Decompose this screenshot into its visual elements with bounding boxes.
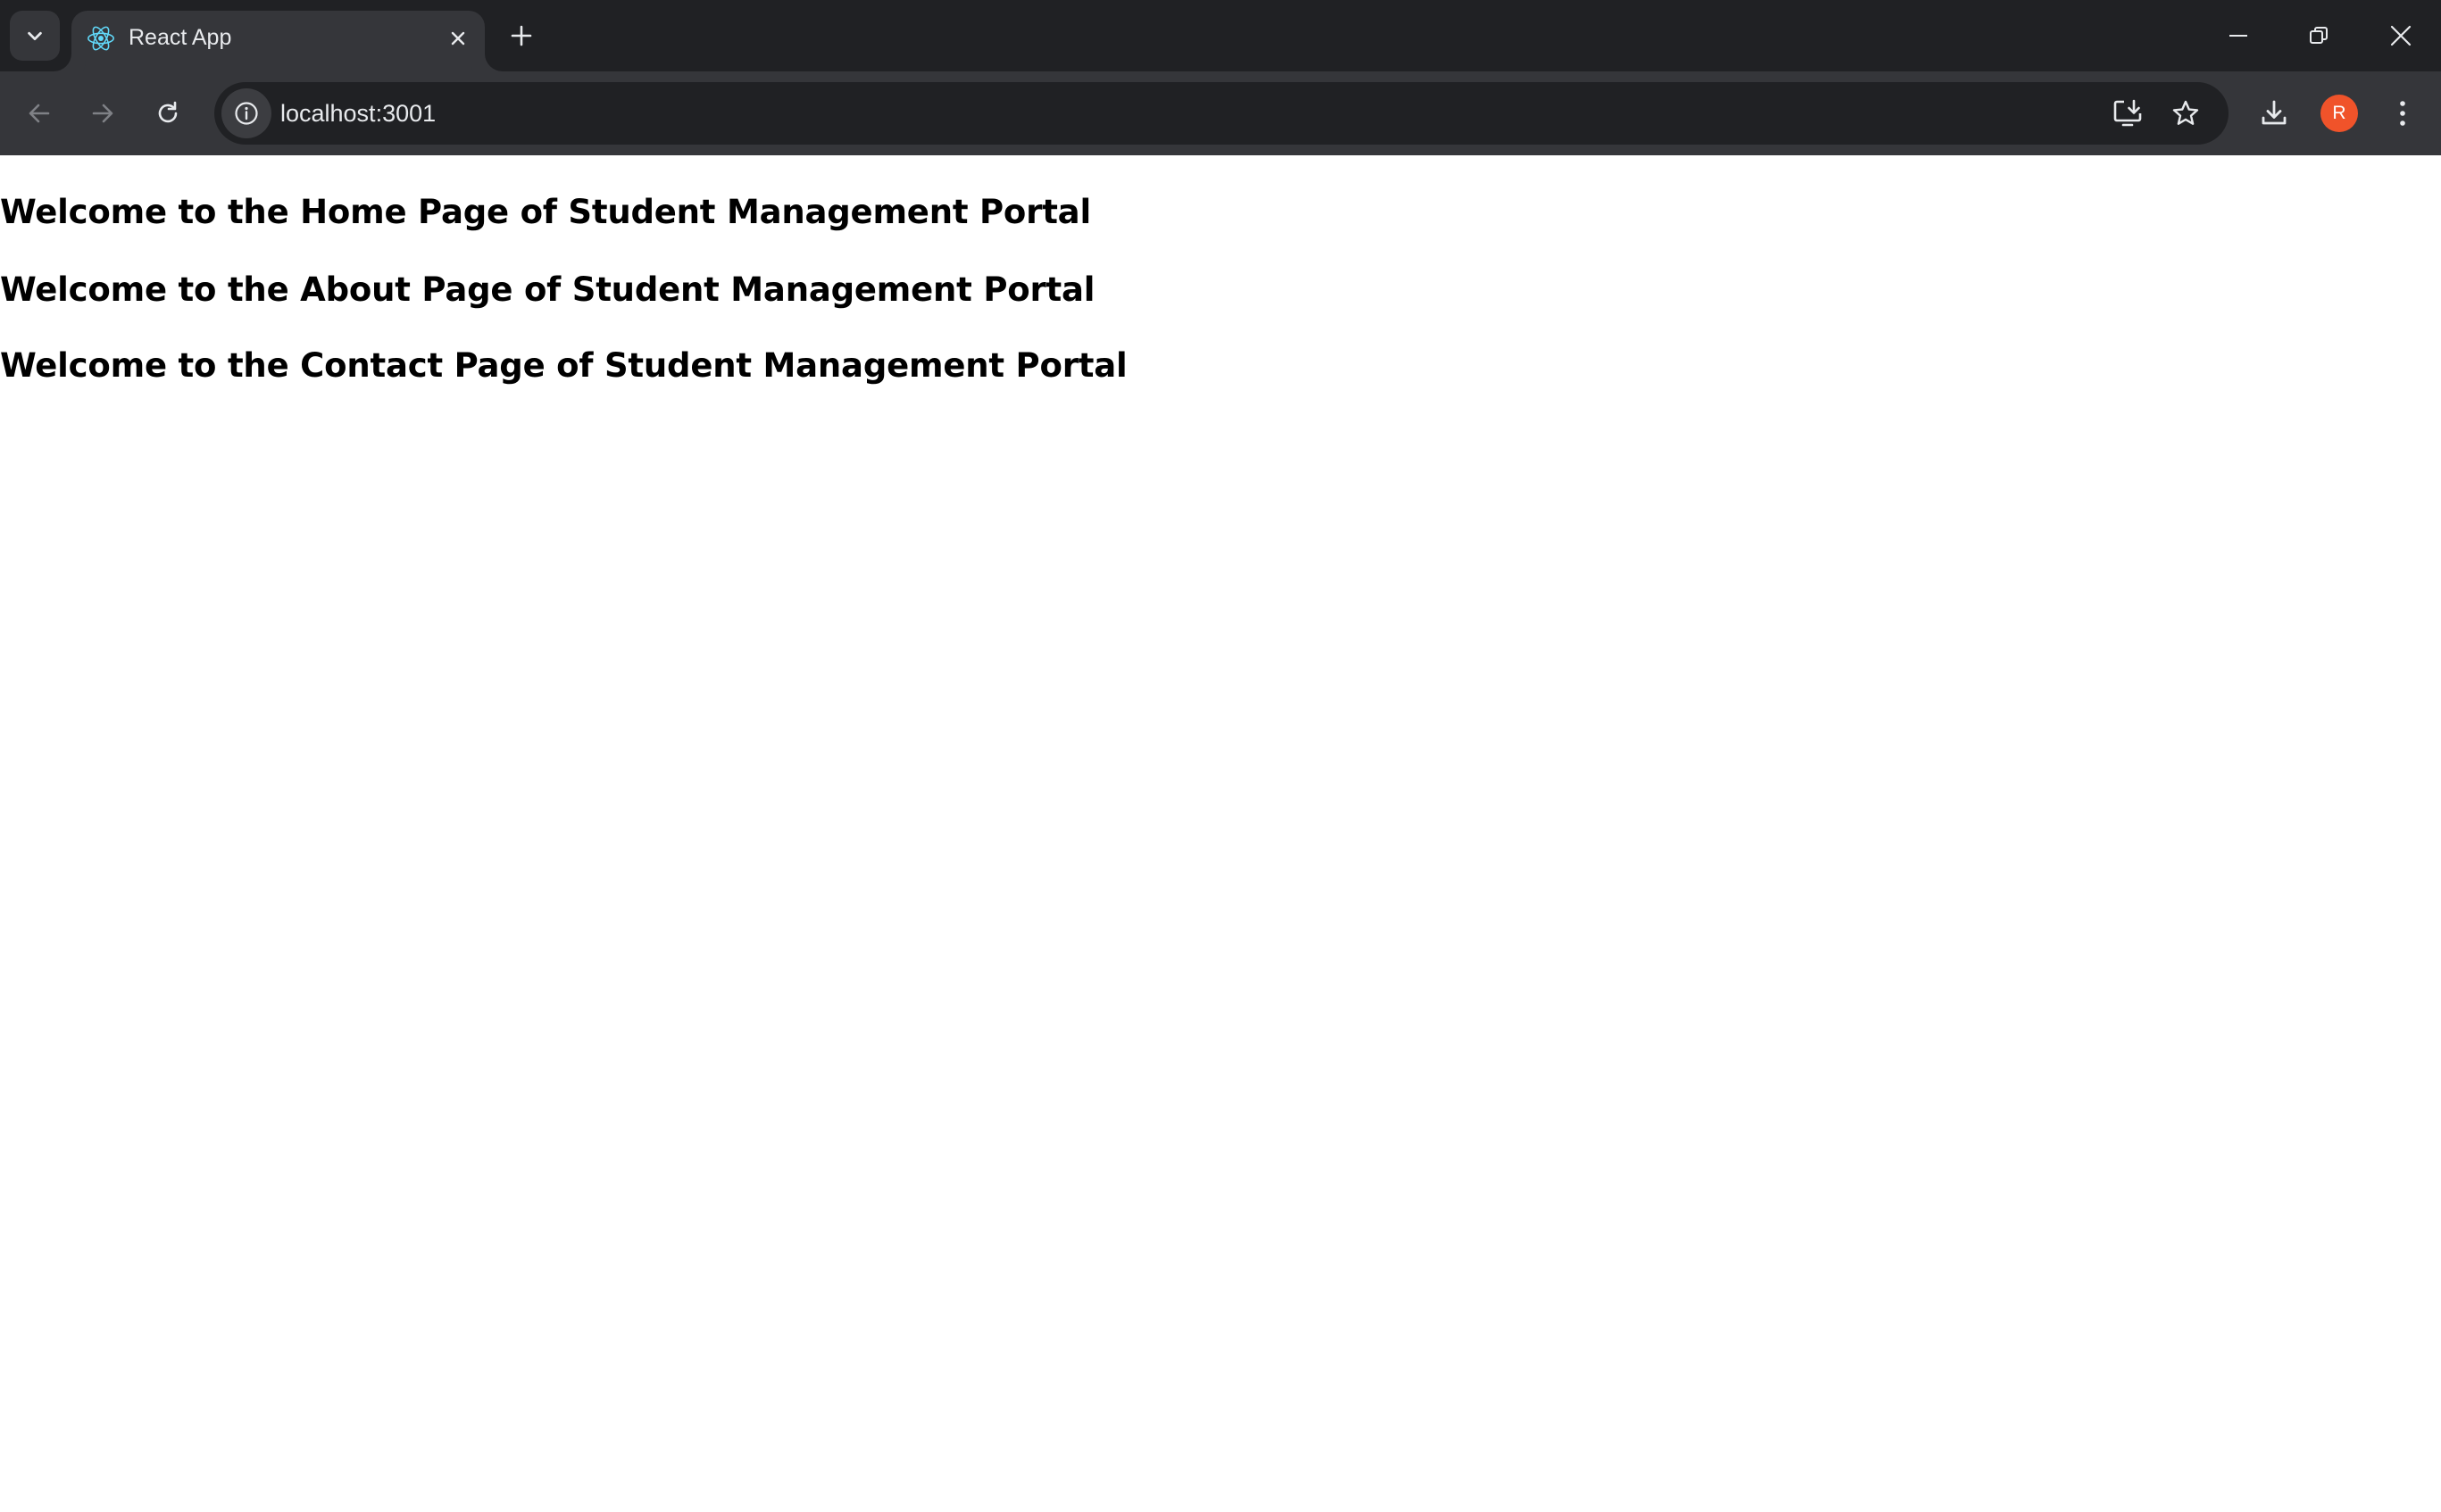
browser-window: React App localhost:3001 R Welcome to th… [0, 0, 2441, 1512]
contact-heading: Welcome to the Contact Page of Student M… [0, 346, 1128, 385]
tab-search-button[interactable] [10, 11, 60, 61]
arrow-right-icon [92, 104, 113, 123]
more-vertical-icon [2400, 101, 2405, 126]
install-app-button[interactable] [2105, 91, 2150, 136]
home-heading: Welcome to the Home Page of Student Mana… [0, 193, 1091, 231]
url-text[interactable]: localhost:3001 [280, 97, 436, 129]
tab-title: React App [129, 25, 232, 50]
downloads-button[interactable] [2252, 91, 2296, 136]
tab-strip: React App [0, 0, 2441, 71]
browser-menu-button[interactable] [2380, 91, 2425, 136]
page-viewport: Welcome to the Home Page of Student Mana… [0, 155, 2441, 1512]
restore-icon [2310, 27, 2328, 44]
close-icon [451, 31, 465, 46]
minimize-icon [2229, 35, 2247, 37]
toolbar: localhost:3001 [0, 71, 2441, 155]
info-icon [235, 102, 258, 125]
star-icon [2172, 100, 2199, 125]
close-icon [2390, 25, 2412, 46]
chevron-down-icon [28, 31, 42, 41]
minimize-button[interactable] [2198, 0, 2279, 71]
new-tab-button[interactable] [504, 18, 539, 54]
restore-button[interactable] [2279, 0, 2359, 71]
site-info-button[interactable] [221, 88, 271, 138]
tab-close-button[interactable] [442, 22, 474, 54]
plus-icon [511, 25, 532, 46]
about-heading: Welcome to the About Page of Student Man… [0, 270, 1096, 309]
download-icon [2262, 100, 2287, 125]
back-button[interactable] [13, 87, 65, 139]
address-bar[interactable]: localhost:3001 [214, 82, 2229, 145]
react-logo-icon [87, 26, 114, 51]
bookmark-button[interactable] [2163, 91, 2208, 136]
profile-avatar[interactable]: R [2320, 95, 2358, 132]
forward-button[interactable] [77, 87, 129, 139]
reload-icon [158, 101, 178, 123]
install-app-icon [2113, 99, 2142, 127]
reload-button[interactable] [142, 87, 194, 139]
tab-react-app[interactable]: React App [71, 11, 485, 71]
close-window-button[interactable] [2361, 0, 2441, 71]
arrow-left-icon [29, 104, 50, 123]
